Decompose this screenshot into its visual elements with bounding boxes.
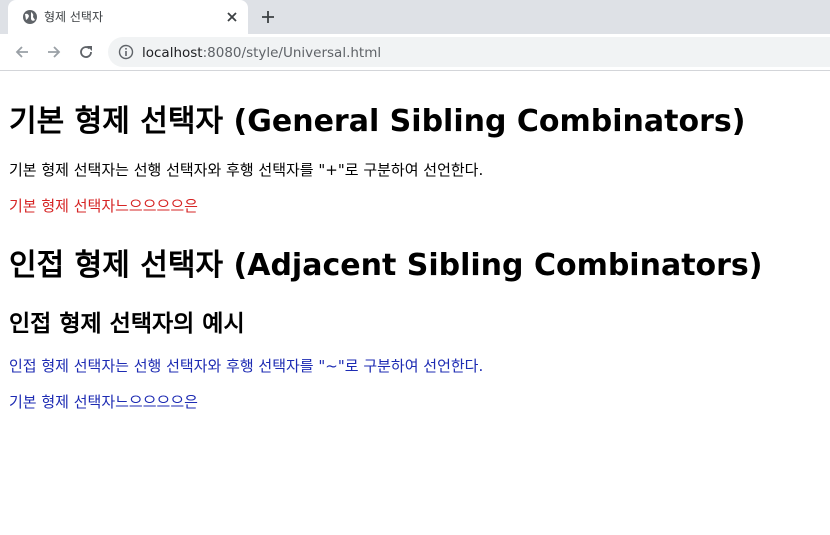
reload-icon[interactable] xyxy=(77,43,95,61)
active-tab[interactable]: 형제 선택자 xyxy=(8,0,248,34)
close-icon[interactable] xyxy=(224,9,240,25)
browser-toolbar: localhost:8080/style/Universal.html xyxy=(0,34,830,71)
back-arrow-icon[interactable] xyxy=(13,43,31,61)
info-icon[interactable] xyxy=(118,44,134,60)
heading-general-sibling: 기본 형제 선택자 (General Sibling Combinators) xyxy=(9,104,746,139)
tab-title: 형제 선택자 xyxy=(44,10,104,24)
paragraph-general-description: 기본 형제 선택자는 선행 선택자와 후행 선택자를 "+"로 구분하여 선언한… xyxy=(9,161,484,179)
url-host: localhost xyxy=(142,45,203,61)
forward-arrow-icon[interactable] xyxy=(45,43,63,61)
url-text[interactable]: localhost:8080/style/Universal.html xyxy=(142,45,381,61)
url-path: :8080/style/Universal.html xyxy=(202,45,382,61)
paragraph-general-example: 기본 형제 선택자느으으으으은 xyxy=(9,197,198,215)
heading-adjacent-example: 인접 형제 선택자의 예시 xyxy=(9,311,245,337)
tab-strip: 형제 선택자 xyxy=(0,0,830,34)
heading-adjacent-sibling: 인접 형제 선택자 (Adjacent Sibling Combinators) xyxy=(9,248,763,283)
paragraph-adjacent-description: 인접 형제 선택자는 선행 선택자와 후행 선택자를 "~"로 구분하여 선언한… xyxy=(9,357,484,375)
new-tab-plus-icon[interactable] xyxy=(260,9,276,25)
globe-icon xyxy=(23,10,37,24)
paragraph-adjacent-example: 기본 형제 선택자느으으으으은 xyxy=(9,393,198,411)
address-bar[interactable]: localhost:8080/style/Universal.html xyxy=(108,37,830,67)
